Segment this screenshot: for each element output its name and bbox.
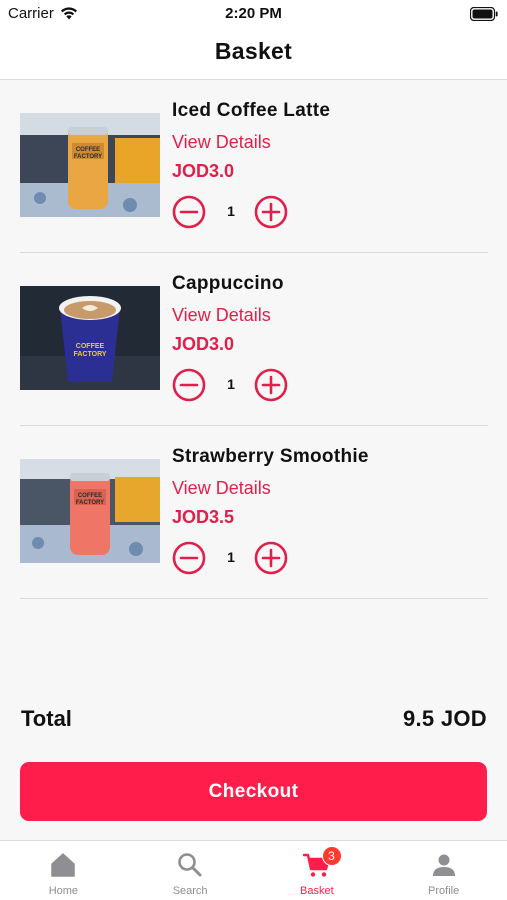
decrease-quantity-button[interactable] [172, 368, 206, 402]
product-price: JOD3.0 [172, 161, 235, 181]
product-price: JOD3.5 [172, 507, 235, 527]
total-label: Total [21, 706, 72, 731]
cart-count-badge: 3 [321, 846, 342, 866]
status-bar: Carrier 2:20 PM [0, 0, 507, 28]
checkout-button[interactable]: Checkout [20, 762, 487, 821]
product-name: Strawberry Smoothie [172, 446, 369, 467]
svg-text:FACTORY: FACTORY [76, 500, 104, 506]
increase-quantity-button[interactable] [254, 541, 288, 575]
quantity-value: 1 [227, 376, 235, 392]
product-price: JOD3.0 [172, 334, 235, 354]
view-details-link[interactable]: View Details [172, 132, 271, 153]
basket-item: COFFEE FACTORY Cappuccino View Details J… [20, 253, 488, 426]
svg-text:COFFEE: COFFEE [78, 493, 102, 499]
tab-bar: Home Search 3 Basket Profile [0, 840, 507, 900]
basket-item: COFFEE FACTORY Iced Coffee Latte View De… [20, 80, 488, 253]
product-image: COFFEE FACTORY [20, 459, 160, 563]
decrease-quantity-button[interactable] [172, 541, 206, 575]
search-icon [178, 853, 202, 877]
svg-text:FACTORY: FACTORY [73, 351, 106, 358]
home-icon [51, 853, 76, 877]
svg-text:COFFEE: COFFEE [76, 343, 105, 350]
svg-text:COFFEE: COFFEE [76, 147, 100, 153]
basket-item: COFFEE FACTORY Strawberry Smoothie View … [20, 426, 488, 599]
clock: 2:20 PM [225, 5, 282, 22]
product-image: COFFEE FACTORY [20, 113, 160, 217]
view-details-link[interactable]: View Details [172, 478, 271, 499]
quantity-value: 1 [227, 549, 235, 565]
tab-label: Search [172, 885, 208, 897]
person-icon [432, 854, 455, 876]
total-value: 9.5 JOD [402, 706, 487, 731]
view-details-link[interactable]: View Details [172, 305, 271, 326]
nav-header: Basket [0, 28, 507, 80]
product-name: Iced Coffee Latte [172, 100, 331, 121]
svg-text:FACTORY: FACTORY [74, 154, 102, 160]
decrease-quantity-button[interactable] [172, 195, 206, 229]
product-name: Cappuccino [172, 273, 284, 294]
tab-label: Basket [300, 885, 334, 897]
quantity-value: 1 [227, 203, 235, 219]
tab-profile[interactable]: Profile [380, 841, 507, 900]
page-title: Basket [214, 38, 293, 64]
battery-icon [469, 6, 498, 26]
product-image: COFFEE FACTORY [20, 286, 160, 390]
tab-label: Home [48, 885, 79, 897]
increase-quantity-button[interactable] [254, 195, 288, 229]
increase-quantity-button[interactable] [254, 368, 288, 402]
tab-search[interactable]: Search [127, 841, 254, 900]
tab-label: Profile [428, 885, 460, 897]
tab-home[interactable]: Home [0, 841, 127, 900]
tab-basket[interactable]: 3 Basket [254, 841, 381, 900]
